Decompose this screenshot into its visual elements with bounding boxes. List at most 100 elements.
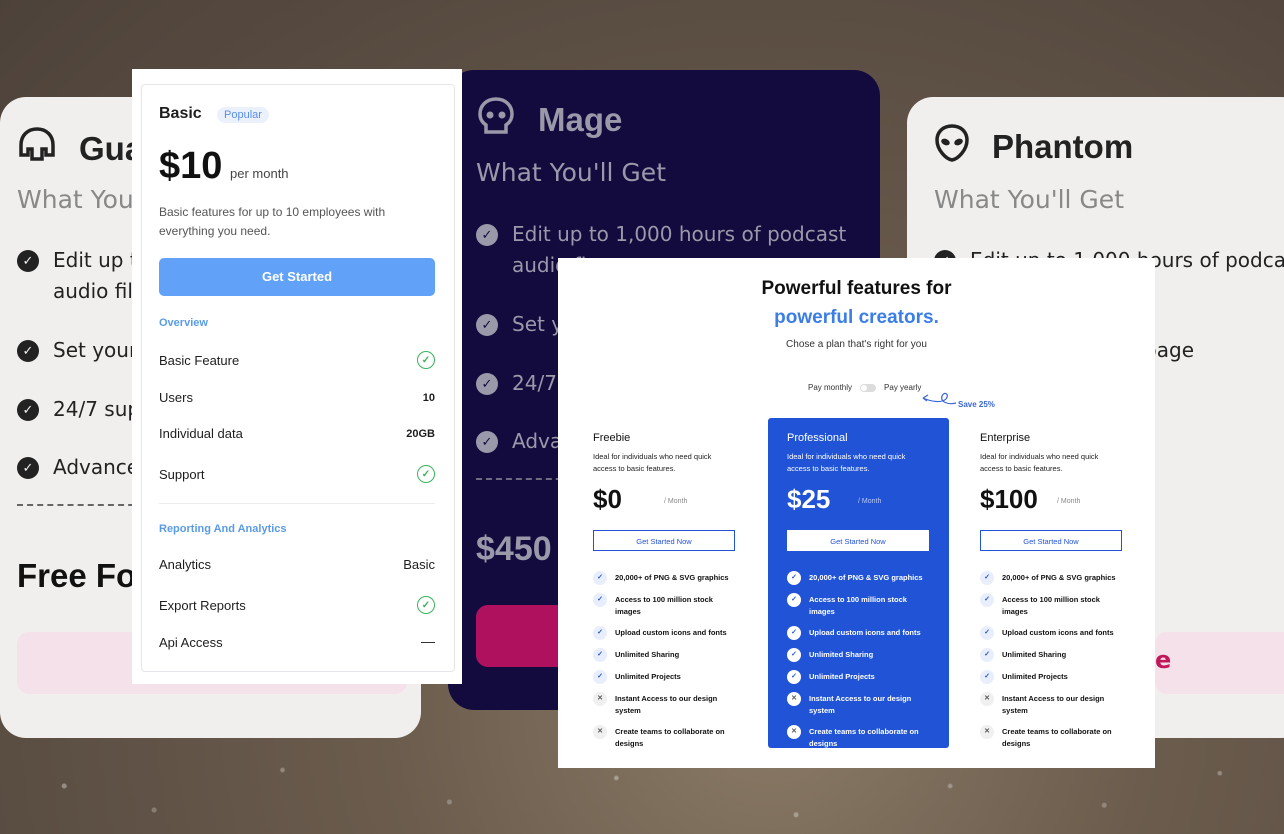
billing-toggle[interactable] [860, 383, 877, 392]
dash-icon [421, 641, 435, 644]
feature-item: ✓ Unlimited Sharing [980, 648, 1120, 662]
pay-yearly-label: Pay yearly [884, 383, 922, 392]
popular-badge: Popular [217, 107, 269, 123]
check-icon: ✓ [980, 593, 994, 607]
check-icon: ✓ [17, 340, 39, 362]
price-period: / Month [858, 498, 882, 505]
check-icon: ✓ [593, 626, 607, 640]
feature-item: ✕ Create teams to collaborate on designs [980, 725, 1120, 750]
guardian-helmet-icon [17, 125, 57, 173]
pricing-panel: Powerful features for powerful creators.… [558, 258, 1155, 768]
feature-item: ✕ Instant Access to our design system [980, 692, 1120, 717]
plan-name: Professional [787, 432, 848, 444]
phantom-title: Phantom [934, 123, 1133, 171]
pricing-subtitle: Chose a plan that's right for you [786, 339, 927, 350]
billing-toggle-row: Pay monthly Pay yearly [808, 383, 921, 392]
get-started-now-button[interactable]: Get Started Now [980, 530, 1122, 551]
plan-description: Ideal for individuals who need quick acc… [787, 452, 906, 473]
feature-item: ✓ Unlimited Sharing [787, 648, 927, 662]
phantom-subtitle: What You'll Get [934, 185, 1124, 214]
guardian-feature: ✓ Set your [17, 335, 137, 366]
feature-row-api-access: Api Access [159, 635, 435, 650]
get-started-button[interactable]: Get Started [159, 258, 435, 296]
plan-price: $0 [593, 484, 622, 514]
check-circle-icon: ✓ [417, 596, 435, 614]
feature-row-individual-data: Individual data 20GB [159, 426, 435, 441]
check-icon: ✓ [476, 314, 498, 336]
check-icon: ✓ [476, 373, 498, 395]
pay-monthly-label: Pay monthly [808, 383, 853, 392]
check-icon: ✓ [980, 626, 994, 640]
check-icon: ✓ [787, 648, 801, 662]
mage-title: Mage [476, 96, 622, 144]
divider [159, 503, 435, 504]
feature-item: ✕ Instant Access to our design system [787, 692, 927, 717]
feature-item: ✓ Access to 100 million stock images [980, 593, 1120, 618]
feature-list: ✓ 20,000+ of PNG & SVG graphics ✓ Access to… [593, 571, 733, 759]
save-badge: Save 25% [958, 400, 995, 409]
plan-description: Basic features for up to 10 employees wi… [159, 205, 386, 238]
overview-heading: Overview [159, 317, 208, 329]
feature-list: ✓ 20,000+ of PNG & SVG graphics ✓ Access to… [980, 571, 1120, 759]
mage-feature: ✓ Adva [476, 426, 562, 457]
check-icon: ✓ [476, 431, 498, 453]
curved-arrow-icon [922, 392, 957, 405]
plan-price: $25 [787, 484, 831, 514]
feature-item: ✓ Access to 100 million stock images [593, 593, 733, 618]
check-icon: ✓ [980, 571, 994, 585]
feature-item: ✓ 20,000+ of PNG & SVG graphics [787, 571, 927, 585]
feature-row-export-reports: Export Reports ✓ [159, 596, 435, 614]
check-icon: ✓ [593, 670, 607, 684]
feature-item: ✕ Instant Access to our design system [593, 692, 733, 717]
feature-row-support: Support ✓ [159, 465, 435, 483]
check-icon: ✓ [17, 457, 39, 479]
alien-icon [934, 123, 970, 171]
feature-item: ✓ Upload custom icons and fonts [980, 626, 1120, 640]
x-icon: ✕ [593, 725, 607, 739]
mage-price: $450 [476, 530, 552, 568]
pricing-title: Powerful features for [761, 278, 952, 299]
feature-item: ✓ 20,000+ of PNG & SVG graphics [980, 571, 1120, 585]
x-icon: ✕ [593, 692, 607, 706]
check-icon: ✓ [787, 670, 801, 684]
feature-item: ✓ Upload custom icons and fonts [593, 626, 733, 640]
feature-item: ✕ Create teams to collaborate on designs [593, 725, 733, 750]
plan-freebie: Freebie Ideal for individuals who need q… [558, 418, 739, 748]
get-started-now-button[interactable]: Get Started Now [787, 530, 929, 551]
reporting-heading: Reporting And Analytics [159, 523, 287, 535]
feature-item: ✓ Unlimited Sharing [593, 648, 733, 662]
feature-item: ✓ Unlimited Projects [787, 670, 927, 684]
check-circle-icon: ✓ [417, 351, 435, 369]
skull-icon [476, 96, 516, 144]
feature-list: ✓ 20,000+ of PNG & SVG graphics ✓ Access to… [787, 571, 927, 759]
check-icon: ✓ [476, 224, 498, 246]
check-icon: ✓ [980, 648, 994, 662]
phantom-cta-label: e [1155, 646, 1172, 674]
price-period: per month [230, 166, 289, 181]
phantom-cta-button[interactable]: e [1155, 632, 1284, 694]
x-icon: ✕ [980, 725, 994, 739]
plan-professional: Professional Ideal for individuals who n… [768, 418, 949, 748]
x-icon: ✕ [787, 692, 801, 706]
plan-price: $100 [980, 484, 1038, 514]
price-period: / Month [664, 498, 688, 505]
guardian-subtitle: What You' [17, 185, 141, 214]
check-icon: ✓ [787, 571, 801, 585]
check-icon: ✓ [17, 250, 39, 272]
plan-description: Ideal for individuals who need quick acc… [980, 452, 1099, 473]
check-icon: ✓ [593, 593, 607, 607]
plan-name: Freebie [593, 432, 631, 444]
feature-item: ✓ Upload custom icons and fonts [787, 626, 927, 640]
guardian-feature: ✓ 24/7 sup [17, 394, 140, 425]
check-icon: ✓ [980, 670, 994, 684]
mage-subtitle: What You'll Get [476, 158, 666, 187]
feature-item: ✓ 20,000+ of PNG & SVG graphics [593, 571, 733, 585]
basic-plan-inner: Basic Popular $10 per month Basic featur… [141, 84, 455, 672]
feature-row-analytics: Analytics Basic [159, 557, 435, 572]
get-started-now-button[interactable]: Get Started Now [593, 530, 735, 551]
check-icon: ✓ [787, 626, 801, 640]
feature-row-users: Users 10 [159, 390, 435, 405]
feature-row-basic-feature: Basic Feature ✓ [159, 351, 435, 369]
check-icon: ✓ [17, 399, 39, 421]
check-icon: ✓ [593, 571, 607, 585]
